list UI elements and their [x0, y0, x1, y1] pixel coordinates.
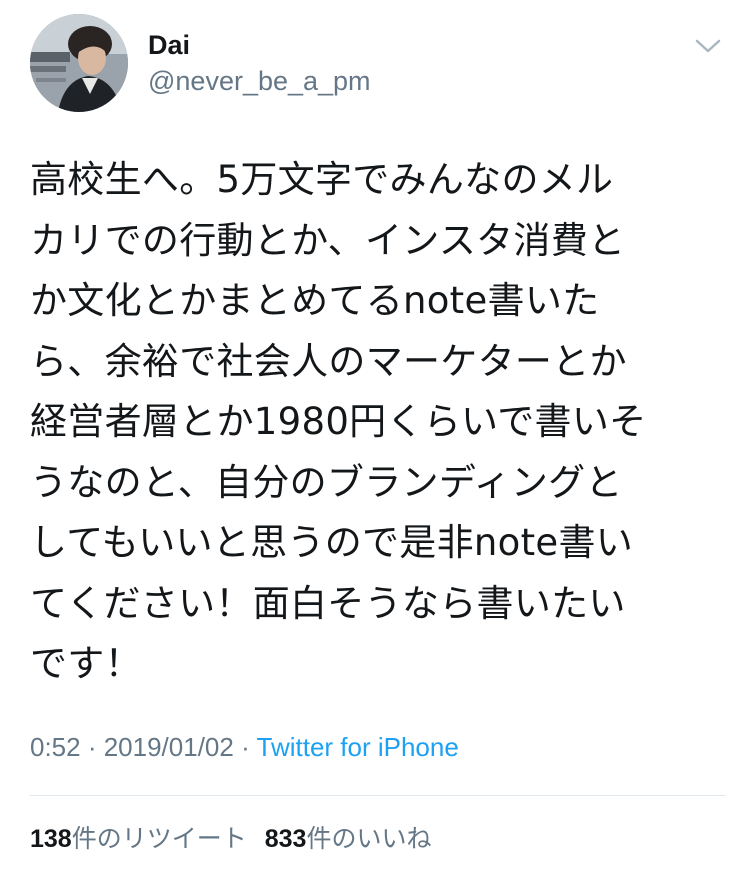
meta-separator: ·: [233, 732, 257, 762]
tweet-text-line: してもいいと思うので是非note書い: [30, 521, 634, 564]
tweet-time: 0:52: [30, 732, 81, 762]
chevron-down-icon[interactable]: [693, 36, 723, 56]
likes-label: 件のいいね: [306, 824, 432, 853]
tweet-text-line: 経営者層とか1980円くらいで書いそ: [30, 400, 647, 443]
tweet-text-line: てください！面白そうなら書いたい: [30, 581, 626, 625]
tweet-text-line: です！: [30, 642, 142, 685]
tweet-header: Dai @never_be_a_pm: [30, 14, 730, 114]
tweet-text-line: か文化とかまとめてるnote書いた: [30, 279, 600, 322]
tweet-text-line: 高校生へ。5万文字でみんなのメル: [30, 158, 614, 201]
avatar[interactable]: [30, 14, 128, 112]
tweet-text-line: うなのと、自分のブランディングと: [30, 460, 623, 504]
meta-separator: ·: [80, 732, 104, 762]
display-name[interactable]: Dai: [148, 28, 371, 62]
divider: [30, 795, 726, 796]
tweet-text-line: カリでの行動とか、インスタ消費と: [30, 218, 626, 262]
likes-stat[interactable]: 833件のいいね: [265, 824, 432, 853]
tweet-date: 2019/01/02: [103, 732, 234, 762]
profile-photo-icon: [30, 14, 128, 112]
retweets-stat[interactable]: 138件のリツイート: [30, 824, 247, 853]
tweet-detail: Dai @never_be_a_pm 高校生へ。5万文字でみんなのメル カリでの…: [0, 0, 750, 879]
tweet-meta: 0:52 · 2019/01/02 · Twitter for iPhone: [30, 730, 459, 764]
tweet-stats: 138件のリツイート 833件のいいね: [30, 822, 431, 856]
retweets-label: 件のリツイート: [71, 824, 247, 853]
likes-count: 833: [264, 825, 307, 853]
tweet-text: 高校生へ。5万文字でみんなのメル カリでの行動とか、インスタ消費と か文化とかま…: [30, 150, 725, 695]
user-block[interactable]: Dai @never_be_a_pm: [148, 28, 371, 98]
tweet-source-link[interactable]: Twitter for iPhone: [257, 732, 459, 762]
tweet-text-line: ら、余裕で社会人のマーケターとか: [30, 339, 627, 383]
retweets-count: 138: [30, 825, 72, 853]
user-handle[interactable]: @never_be_a_pm: [148, 64, 371, 98]
